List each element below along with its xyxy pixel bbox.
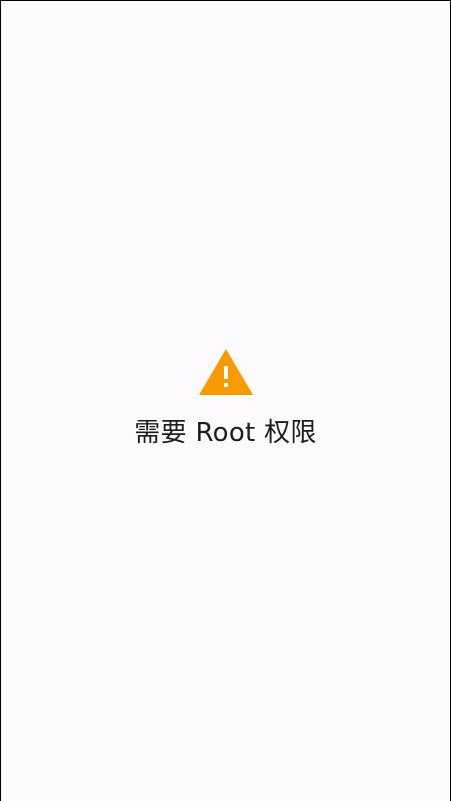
status-bar [1, 1, 450, 35]
warning-icon [198, 348, 254, 396]
app-screen: 需要 Root 权限 [1, 1, 450, 801]
root-required-message: 需要 Root 权限 [134, 418, 317, 448]
